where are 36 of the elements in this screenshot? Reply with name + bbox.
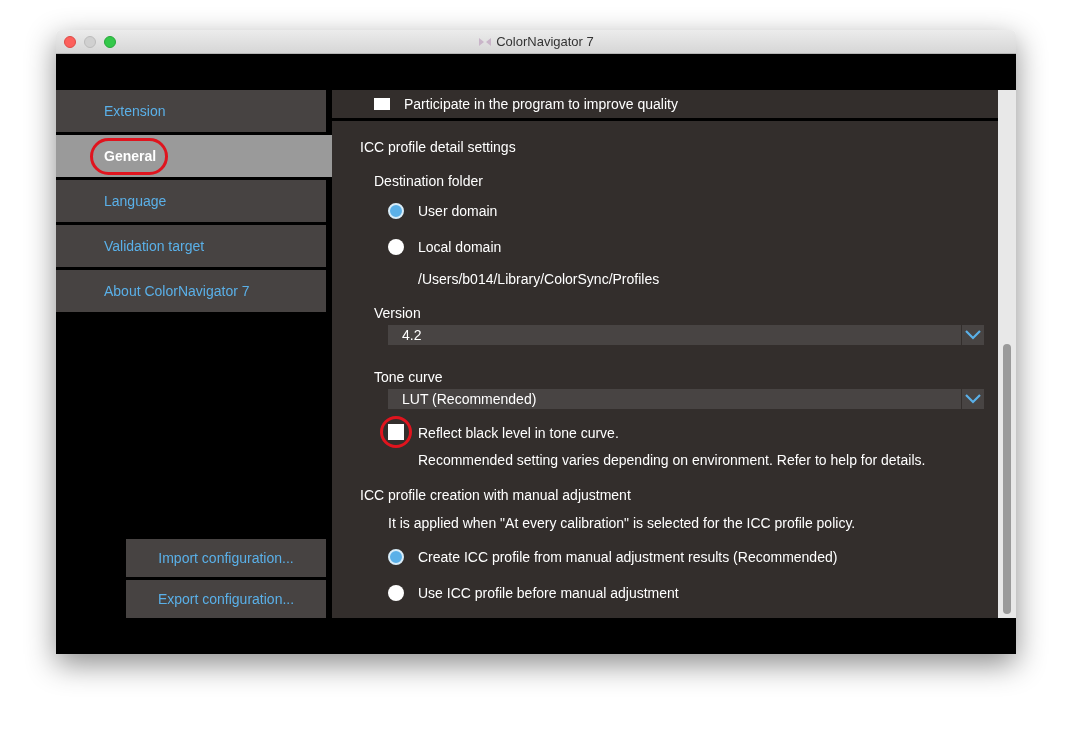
- chevron-down-icon: [965, 394, 981, 404]
- radio-button[interactable]: [388, 203, 404, 219]
- policy-note: It is applied when "At every calibration" is selected for the ICC profile policy.: [387, 514, 857, 533]
- sidebar-item[interactable]: About ColorNavigator 7: [56, 270, 326, 312]
- radio-label: User domain: [418, 201, 498, 221]
- window-title: ColorNavigator 7: [496, 32, 594, 51]
- field-label: Destination folder: [374, 172, 484, 191]
- configuration-button[interactable]: Export configuration...: [126, 580, 326, 618]
- radio-label: Use ICC profile before manual adjustment: [418, 583, 679, 603]
- close-button[interactable]: [64, 35, 76, 48]
- checkbox-label: Participate in the program to improve quality: [404, 94, 678, 114]
- scrollbar[interactable]: [998, 90, 1016, 618]
- section-title: ICC profile detail settings: [360, 138, 517, 157]
- radio-button[interactable]: [388, 239, 404, 255]
- sidebar-item[interactable]: Extension: [56, 90, 326, 132]
- configuration-button[interactable]: Import configuration...: [126, 539, 326, 577]
- chevron-down-icon: [965, 330, 981, 340]
- section-title: ICC profile creation with manual adjustment: [360, 486, 632, 505]
- radio-button[interactable]: [388, 549, 404, 565]
- checkbox[interactable]: [388, 424, 404, 440]
- field-label: Tone curve: [374, 368, 444, 387]
- checkbox-label: Reflect black level in tone curve.: [418, 424, 620, 443]
- checkbox[interactable]: [374, 98, 390, 110]
- dropdown[interactable]: LUT (Recommended): [388, 389, 984, 409]
- help-note: Recommended setting varies depending on environment. Refer to help for details.: [418, 451, 926, 470]
- radio-button[interactable]: [388, 585, 404, 601]
- app-logo-icon: [478, 35, 493, 48]
- dropdown[interactable]: 4.2: [388, 325, 984, 345]
- zoom-button[interactable]: [104, 35, 116, 48]
- radio-label: Local domain: [418, 237, 502, 257]
- folder-path: /Users/b014/Library/ColorSync/Profiles: [417, 270, 661, 289]
- sidebar-item[interactable]: General: [56, 135, 332, 177]
- sidebar-item[interactable]: Language: [56, 180, 326, 222]
- radio-label: Create ICC profile from manual adjustment results (Recommended): [418, 547, 838, 567]
- field-label: Version: [374, 304, 422, 323]
- sidebar-item[interactable]: Validation target: [56, 225, 326, 267]
